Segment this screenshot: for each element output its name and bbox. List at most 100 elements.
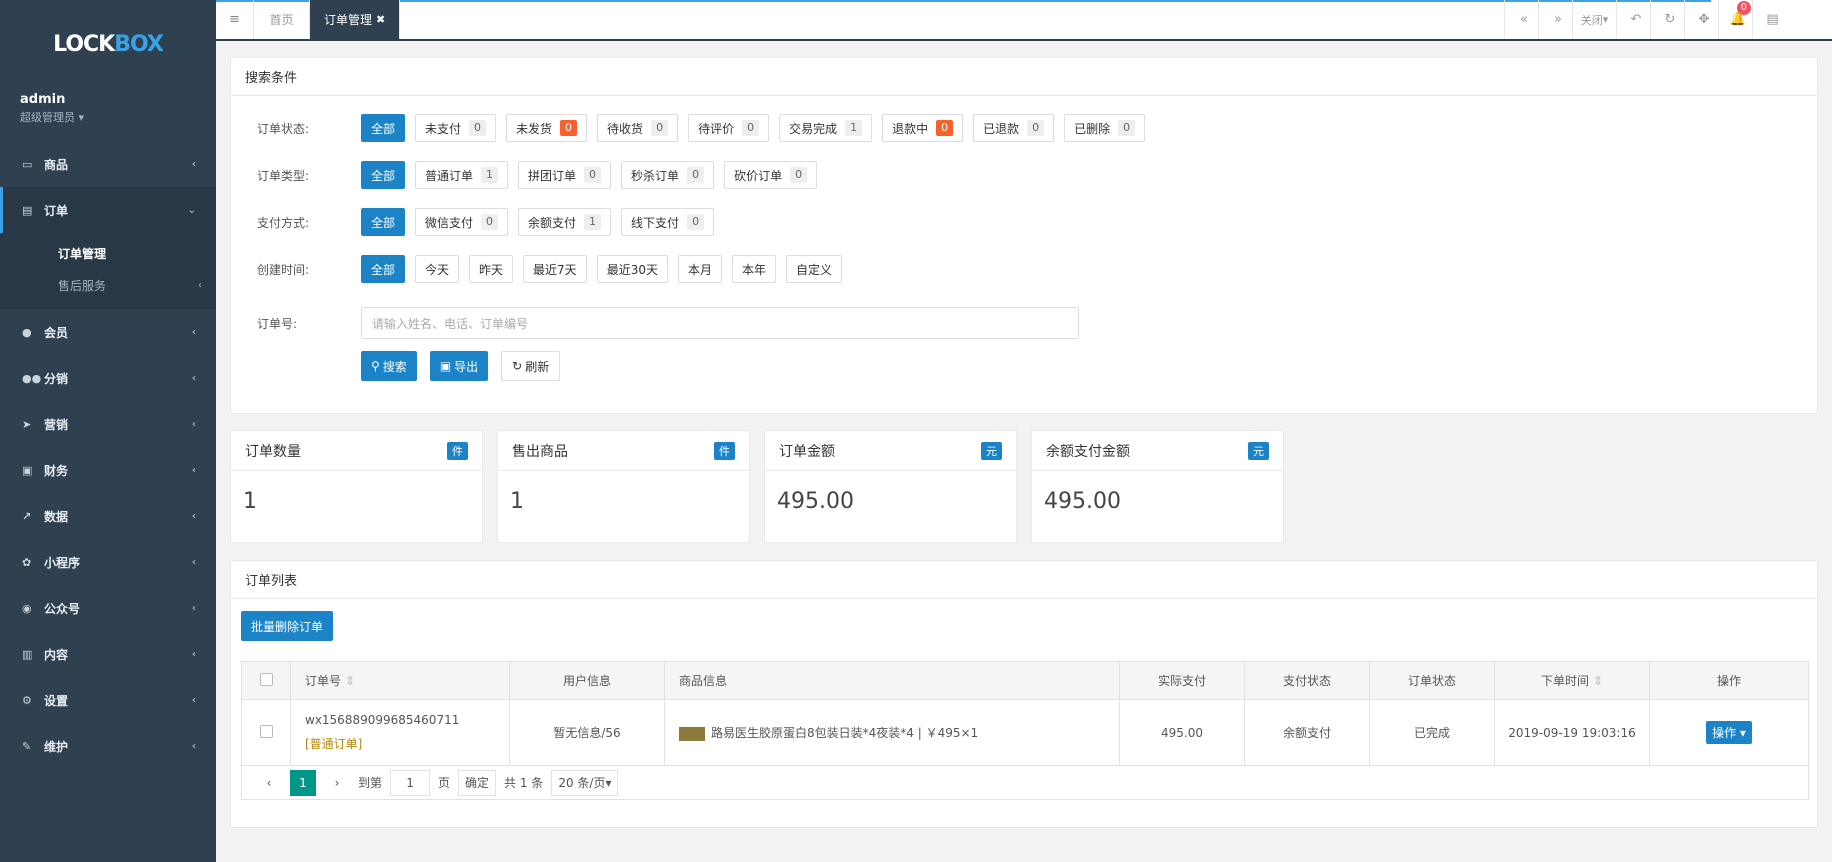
- laptop-icon: ▭: [22, 157, 33, 171]
- chevron-down-icon: ⌄: [187, 204, 196, 216]
- sidebar-item-members[interactable]: ● 会员 ‹: [0, 309, 216, 355]
- stat-unit-badge: 元: [1248, 441, 1269, 460]
- panel-toggle-button[interactable]: ▤: [1752, 0, 1792, 39]
- menu-toggle-button[interactable]: ≡: [216, 0, 254, 39]
- filter-option[interactable]: 已退款 0: [973, 114, 1055, 142]
- refresh-button[interactable]: ↻ 刷新: [501, 351, 561, 381]
- filter-option[interactable]: 全部: [361, 208, 406, 236]
- sidebar-item-official-account[interactable]: ◉ 公众号 ‹: [0, 585, 216, 631]
- filter-option[interactable]: 最近30天: [596, 255, 668, 283]
- filter-option[interactable]: 秒杀订单 0: [621, 161, 715, 189]
- option-count: 0: [742, 120, 760, 136]
- option-count: 0: [790, 167, 808, 183]
- filter-option[interactable]: 昨天: [469, 255, 514, 283]
- prev-page-button[interactable]: ‹: [256, 769, 282, 796]
- filter-option[interactable]: 待收货 0: [597, 114, 679, 142]
- close-icon[interactable]: ✖: [376, 13, 385, 26]
- select-all-checkbox[interactable]: [259, 672, 273, 686]
- submenu-item-order-management[interactable]: 订单管理: [0, 237, 216, 269]
- sidebar-item-finance[interactable]: ▣ 财务 ‹: [0, 447, 216, 493]
- option-label: 全部: [371, 215, 396, 230]
- sidebar-item-data[interactable]: ↗ 数据 ‹: [0, 493, 216, 539]
- filter-option[interactable]: 全部: [361, 114, 406, 142]
- filter-option[interactable]: 自定义: [786, 255, 843, 283]
- chevron-left-icon: ‹: [191, 602, 196, 614]
- sidebar-item-marketing[interactable]: ➤ 营销 ‹: [0, 401, 216, 447]
- filter-options: 全部 今天 昨天 最近7天 最近30天 本月 本年 自定义: [361, 255, 843, 283]
- stat-card-header: 余额支付金额 元: [1032, 431, 1283, 471]
- filter-option[interactable]: 今天: [415, 255, 460, 283]
- filter-option[interactable]: 拼团订单 0: [518, 161, 612, 189]
- row-checkbox[interactable]: [259, 724, 273, 738]
- sidebar-item-content[interactable]: ▥ 内容 ‹: [0, 631, 216, 677]
- filter-option[interactable]: 全部: [361, 161, 406, 189]
- filter-option[interactable]: 本年: [731, 255, 776, 283]
- tab-home[interactable]: 首页: [254, 0, 310, 39]
- batch-delete-button[interactable]: 批量删除订单: [241, 611, 334, 641]
- order-table: 订单号 ⇕ 用户信息 商品信息 实际支付 支付状态 订单状态 下单时间 ⇕ 操作…: [241, 661, 1809, 766]
- sort-icon[interactable]: ⇕: [345, 674, 355, 688]
- col-order-no[interactable]: 订单号 ⇕: [290, 661, 510, 700]
- sidebar-item-goods[interactable]: ▭ 商品 ‹: [0, 141, 216, 187]
- column-label: 实际支付: [1157, 674, 1206, 688]
- col-paid: 实际支付: [1119, 661, 1245, 700]
- goto-confirm-button[interactable]: 确定: [458, 769, 497, 796]
- page-size-select[interactable]: 20 条/页 ▾: [551, 769, 619, 796]
- stat-value: 1: [243, 489, 257, 514]
- submenu-item-after-sales[interactable]: 售后服务 ‹: [0, 269, 216, 301]
- search-actions: ⚲ 搜索 ▣ 导出 ↻ 刷新: [361, 351, 561, 381]
- filter-option[interactable]: 线下支付 0: [621, 208, 715, 236]
- row-action-dropdown[interactable]: 操作 ▾: [1706, 721, 1752, 744]
- filter-option[interactable]: 退款中 0: [882, 114, 964, 142]
- sidebar-item-label: 设置: [44, 693, 69, 708]
- search-panel-title: 搜索条件: [231, 58, 1817, 96]
- option-label: 未发货: [516, 121, 553, 136]
- order-no-search-input[interactable]: 请输入姓名、电话、订单编号: [361, 307, 1079, 339]
- paid-cell: 495.00: [1119, 699, 1245, 766]
- user-role-dropdown[interactable]: 超级管理员 ▾: [20, 109, 196, 125]
- sidebar-item-distribution[interactable]: ●● 分销 ‹: [0, 355, 216, 401]
- filter-option[interactable]: 微信支付 0: [415, 208, 509, 236]
- sidebar-item-orders[interactable]: ▤ 订单 ⌄: [0, 187, 216, 233]
- wrench-icon: ✎: [22, 739, 32, 753]
- filter-option[interactable]: 待评价 0: [688, 114, 770, 142]
- book-icon: ▥: [22, 647, 33, 661]
- close-tabs-dropdown[interactable]: 关闭 ▾: [1572, 0, 1616, 39]
- filter-option[interactable]: 未发货 0: [506, 114, 588, 142]
- chevron-left-icon: ‹: [191, 694, 196, 706]
- filter-option[interactable]: 最近7天: [523, 255, 587, 283]
- filter-option[interactable]: 交易完成 1: [779, 114, 873, 142]
- move-icon: ✥: [1698, 12, 1710, 27]
- select-all-cell: [241, 661, 291, 700]
- row-select-cell: [241, 699, 291, 766]
- stat-title: 订单数量: [245, 443, 301, 460]
- col-order-time[interactable]: 下单时间 ⇕: [1494, 661, 1650, 700]
- filter-option[interactable]: 全部: [361, 255, 406, 283]
- next-page-button[interactable]: ›: [324, 769, 350, 796]
- filter-option[interactable]: 未支付 0: [415, 114, 497, 142]
- sort-icon[interactable]: ⇕: [1593, 674, 1603, 688]
- save-icon: ▣: [439, 359, 452, 373]
- filter-option[interactable]: 普通订单 1: [415, 161, 509, 189]
- sidebar-item-maintenance[interactable]: ✎ 维护 ‹: [0, 723, 216, 769]
- filter-label: 订单号:: [257, 316, 298, 331]
- column-label: 操作: [1716, 674, 1741, 688]
- filter-option[interactable]: 已删除 0: [1064, 114, 1146, 142]
- option-count: 0: [481, 214, 499, 230]
- option-label: 全部: [371, 121, 396, 136]
- export-button[interactable]: ▣ 导出: [429, 351, 489, 381]
- filter-option[interactable]: 砍价订单 0: [724, 161, 818, 189]
- filter-option[interactable]: 本月: [677, 255, 722, 283]
- goto-page-input[interactable]: 1: [390, 769, 431, 796]
- sidebar-item-settings[interactable]: ⚙ 设置 ‹: [0, 677, 216, 723]
- product-thumbnail: [679, 726, 705, 741]
- page-button-current[interactable]: 1: [290, 769, 316, 796]
- user-name: admin: [20, 92, 66, 107]
- undo-icon: ↶: [1630, 12, 1642, 27]
- stat-title: 售出商品: [512, 443, 568, 460]
- search-button[interactable]: ⚲ 搜索: [361, 351, 417, 381]
- filter-option[interactable]: 余额支付 1: [518, 208, 612, 236]
- tab-order-management[interactable]: 订单管理 ✖: [310, 0, 401, 39]
- sidebar-item-mini-program[interactable]: ✿ 小程序 ‹: [0, 539, 216, 585]
- money-icon: ▣: [22, 463, 33, 477]
